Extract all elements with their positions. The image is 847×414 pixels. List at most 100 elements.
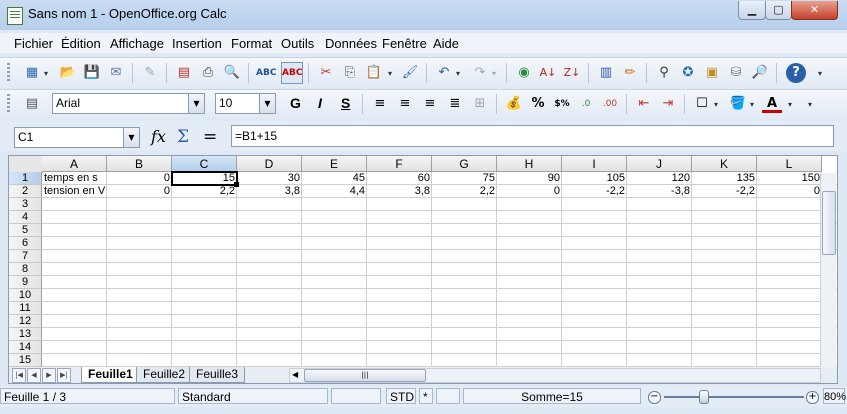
add-decimal-icon[interactable]: .0 <box>576 94 596 114</box>
mail-icon[interactable]: ✉ <box>106 63 126 83</box>
row-header-7[interactable]: 7 <box>9 250 42 263</box>
zoom-level[interactable]: 80% <box>823 388 846 404</box>
row-header-15[interactable]: 15 <box>9 354 42 367</box>
cell-l2[interactable]: 0 <box>757 185 822 198</box>
help-icon[interactable]: ? <box>786 63 806 83</box>
styles-icon[interactable]: ▤ <box>22 94 42 114</box>
menu-fichier[interactable]: Fichier <box>14 36 53 51</box>
new-dropdown-icon[interactable]: ▾ <box>44 69 48 78</box>
cell-a1[interactable]: temps en s <box>42 172 117 185</box>
name-box[interactable]: C1 ▼ <box>14 127 140 148</box>
first-sheet-icon[interactable]: |◀ <box>12 368 26 383</box>
column-header-i[interactable]: I <box>562 156 627 172</box>
row-header-2[interactable]: 2 <box>9 185 42 198</box>
maximize-button[interactable]: ▢ <box>765 1 792 20</box>
compass-icon[interactable]: ✪ <box>678 63 698 83</box>
spreadsheet-grid[interactable]: A B C D E F G H I J K L 1 2 3 4 5 6 7 8 9 10 11 12 13 14 15 temps e… <box>8 155 838 369</box>
sort-asc-icon[interactable]: A↓ <box>538 63 558 83</box>
tab-feuille1[interactable]: Feuille1 <box>81 367 140 383</box>
borders-icon[interactable]: ☐ <box>692 94 712 114</box>
standard-format-icon[interactable]: $% <box>552 94 572 114</box>
cell-d2[interactable]: 3,8 <box>237 185 302 198</box>
zoom-slider-knob[interactable] <box>699 390 709 404</box>
cell-e1[interactable]: 45 <box>302 172 367 185</box>
chart-icon[interactable]: ▥ <box>596 63 616 83</box>
cell-k2[interactable]: -2,2 <box>692 185 757 198</box>
column-header-e[interactable]: E <box>302 156 367 172</box>
signature-panel[interactable] <box>436 388 460 404</box>
cell-f1[interactable]: 60 <box>367 172 432 185</box>
select-all-corner[interactable] <box>9 156 43 173</box>
column-header-g[interactable]: G <box>432 156 497 172</box>
menu-format[interactable]: Format <box>231 36 272 51</box>
print-icon[interactable]: ⎙ <box>198 63 218 83</box>
prev-sheet-icon[interactable]: ◀ <box>27 368 41 383</box>
function-wizard-icon[interactable]: 𝑓x <box>151 127 166 146</box>
background-color-icon[interactable]: 🪣 <box>728 94 748 114</box>
cell-k1[interactable]: 135 <box>692 172 757 185</box>
cell-e2[interactable]: 4,4 <box>302 185 367 198</box>
increase-indent-icon[interactable]: ⇥ <box>658 94 678 114</box>
minimize-button[interactable]: ▁ <box>738 1 766 20</box>
column-header-j[interactable]: J <box>627 156 692 172</box>
cell-c2[interactable]: 2,2 <box>172 185 237 198</box>
menu-insertion[interactable]: Insertion <box>172 36 222 51</box>
spellcheck-icon[interactable]: ABC <box>256 63 276 83</box>
menu-edition[interactable]: Édition <box>61 36 101 51</box>
draw-icon[interactable]: ✏ <box>620 63 640 83</box>
font-color-dropdown-icon[interactable]: ▾ <box>788 100 792 109</box>
menu-outils[interactable]: Outils <box>281 36 314 51</box>
column-header-k[interactable]: K <box>692 156 757 172</box>
merge-cells-icon[interactable]: ⊞ <box>470 94 490 114</box>
pdf-icon[interactable]: ▤ <box>174 63 194 83</box>
column-header-b[interactable]: B <box>107 156 172 172</box>
horizontal-scrollbar[interactable]: ◀ ||| <box>289 368 821 383</box>
last-sheet-icon[interactable]: ▶| <box>57 368 71 383</box>
menu-donnees[interactable]: Données <box>325 36 377 51</box>
save-icon[interactable]: 💾 <box>82 63 102 83</box>
cell-h2[interactable]: 0 <box>497 185 562 198</box>
font-size-combo[interactable]: 10 ▼ <box>215 93 276 114</box>
background-dropdown-icon[interactable]: ▾ <box>750 100 754 109</box>
percent-icon[interactable]: % <box>528 94 548 114</box>
cut-icon[interactable]: ✂ <box>316 63 336 83</box>
close-button[interactable]: ✕ <box>791 1 838 20</box>
toolbar-grip[interactable] <box>7 94 10 114</box>
datasource-icon[interactable]: ⛁ <box>726 63 746 83</box>
vertical-scrollbar[interactable] <box>820 173 836 367</box>
italic-button[interactable]: I <box>318 95 322 111</box>
cell-g2[interactable]: 2,2 <box>432 185 497 198</box>
sum-icon[interactable]: Σ <box>177 127 189 147</box>
paste-icon[interactable]: 📋 <box>364 63 384 83</box>
underline-button[interactable]: S <box>341 95 350 111</box>
row-header-12[interactable]: 12 <box>9 315 42 328</box>
next-sheet-icon[interactable]: ▶ <box>42 368 56 383</box>
menu-aide[interactable]: Aide <box>433 36 459 51</box>
autospell-icon[interactable]: ABC <box>281 62 303 84</box>
cell-j1[interactable]: 120 <box>627 172 692 185</box>
align-center-icon[interactable]: ≡ <box>395 94 415 114</box>
row-header-3[interactable]: 3 <box>9 198 42 211</box>
open-icon[interactable]: 📂 <box>58 63 78 83</box>
vertical-scroll-thumb[interactable] <box>822 191 836 255</box>
tab-feuille3[interactable]: Feuille3 <box>189 367 246 383</box>
borders-dropdown-icon[interactable]: ▾ <box>714 100 718 109</box>
cell-g1[interactable]: 75 <box>432 172 497 185</box>
horizontal-scroll-thumb[interactable]: ||| <box>304 369 426 382</box>
justify-icon[interactable]: ≣ <box>445 94 465 114</box>
clone-format-icon[interactable]: 🖌 <box>400 63 420 83</box>
cell-d1[interactable]: 30 <box>237 172 302 185</box>
find-icon[interactable]: ⚲ <box>654 63 674 83</box>
row-header-4[interactable]: 4 <box>9 211 42 224</box>
gallery-icon[interactable]: ▣ <box>702 63 722 83</box>
menu-affichage[interactable]: Affichage <box>110 36 164 51</box>
row-header-6[interactable]: 6 <box>9 237 42 250</box>
align-left-icon[interactable]: ≡ <box>370 94 390 114</box>
redo-icon[interactable]: ↷ <box>470 63 490 83</box>
column-header-l[interactable]: L <box>757 156 822 172</box>
remove-decimal-icon[interactable]: .00 <box>600 94 620 114</box>
column-header-f[interactable]: F <box>367 156 432 172</box>
toolbar-overflow-icon[interactable]: ▾ <box>808 100 812 109</box>
column-header-h[interactable]: H <box>497 156 562 172</box>
undo-dropdown-icon[interactable]: ▾ <box>456 69 460 78</box>
